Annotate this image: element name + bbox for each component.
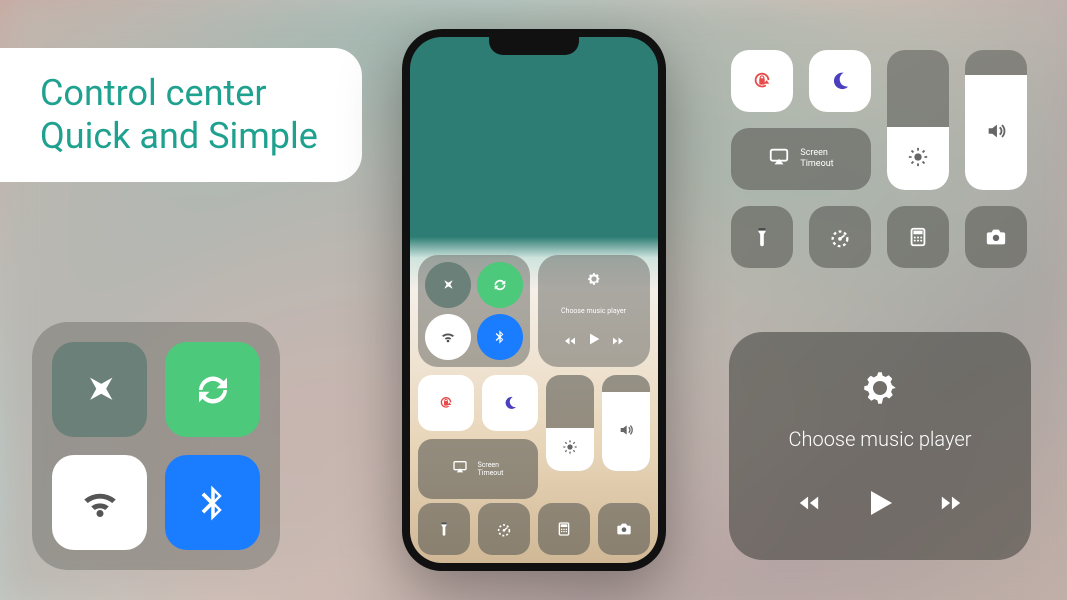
- phone-notch: [489, 37, 579, 55]
- play-button[interactable]: [862, 485, 898, 525]
- camera-button[interactable]: [965, 206, 1027, 268]
- next-track-button[interactable]: [612, 332, 624, 351]
- screen-mirror-label: ScreenTimeout: [800, 148, 833, 170]
- flashlight-button[interactable]: [418, 503, 470, 555]
- speedometer-button[interactable]: [478, 503, 530, 555]
- do-not-disturb-toggle[interactable]: [482, 375, 538, 431]
- wifi-toggle[interactable]: [52, 455, 147, 550]
- bluetooth-toggle[interactable]: [477, 314, 523, 360]
- play-button[interactable]: [586, 331, 602, 351]
- cellular-data-toggle[interactable]: [165, 342, 260, 437]
- brightness-slider[interactable]: [546, 375, 594, 471]
- controls-showcase: ScreenTimeout: [731, 50, 1031, 268]
- speaker-icon: [618, 422, 634, 442]
- sun-icon: [562, 439, 578, 459]
- speedometer-button[interactable]: [809, 206, 871, 268]
- music-widget-large[interactable]: Choose music player: [729, 332, 1031, 560]
- next-track-button[interactable]: [940, 492, 962, 518]
- rotation-lock-toggle[interactable]: [731, 50, 793, 112]
- airplay-icon: [452, 459, 468, 479]
- volume-slider[interactable]: [965, 50, 1027, 190]
- calculator-button[interactable]: [538, 503, 590, 555]
- speaker-icon: [985, 120, 1007, 146]
- phone-mockup: Choose music player: [402, 29, 666, 571]
- volume-slider[interactable]: [602, 375, 650, 471]
- cellular-data-toggle[interactable]: [477, 262, 523, 308]
- connectivity-group: [418, 255, 530, 367]
- music-player-label: Choose music player: [561, 307, 626, 315]
- bluetooth-toggle[interactable]: [165, 455, 260, 550]
- wifi-toggle[interactable]: [425, 314, 471, 360]
- headline-line2: Quick and Simple: [40, 115, 318, 158]
- previous-track-button[interactable]: [564, 332, 576, 351]
- gear-icon: [859, 367, 901, 413]
- camera-button[interactable]: [598, 503, 650, 555]
- screen-mirror-label: ScreenTimeout: [478, 461, 504, 478]
- music-player-label: Choose music player: [789, 427, 972, 451]
- previous-track-button[interactable]: [798, 492, 820, 518]
- do-not-disturb-toggle[interactable]: [809, 50, 871, 112]
- music-widget[interactable]: Choose music player: [538, 255, 650, 367]
- headline-line1: Control center: [40, 72, 318, 115]
- airplay-icon: [768, 146, 790, 172]
- rotation-lock-toggle[interactable]: [418, 375, 474, 431]
- screen-mirroring-button[interactable]: ScreenTimeout: [418, 439, 538, 499]
- airplane-mode-toggle[interactable]: [425, 262, 471, 308]
- flashlight-button[interactable]: [731, 206, 793, 268]
- sun-icon: [907, 146, 929, 172]
- screen-mirroring-button[interactable]: ScreenTimeout: [731, 128, 871, 190]
- phone-screen: Choose music player: [410, 37, 658, 563]
- headline-card: Control center Quick and Simple: [0, 48, 362, 182]
- gear-icon: [586, 271, 602, 291]
- calculator-button[interactable]: [887, 206, 949, 268]
- connectivity-panel: [32, 322, 280, 570]
- brightness-slider[interactable]: [887, 50, 949, 190]
- airplane-mode-toggle[interactable]: [52, 342, 147, 437]
- phone-control-center: Choose music player: [418, 255, 650, 555]
